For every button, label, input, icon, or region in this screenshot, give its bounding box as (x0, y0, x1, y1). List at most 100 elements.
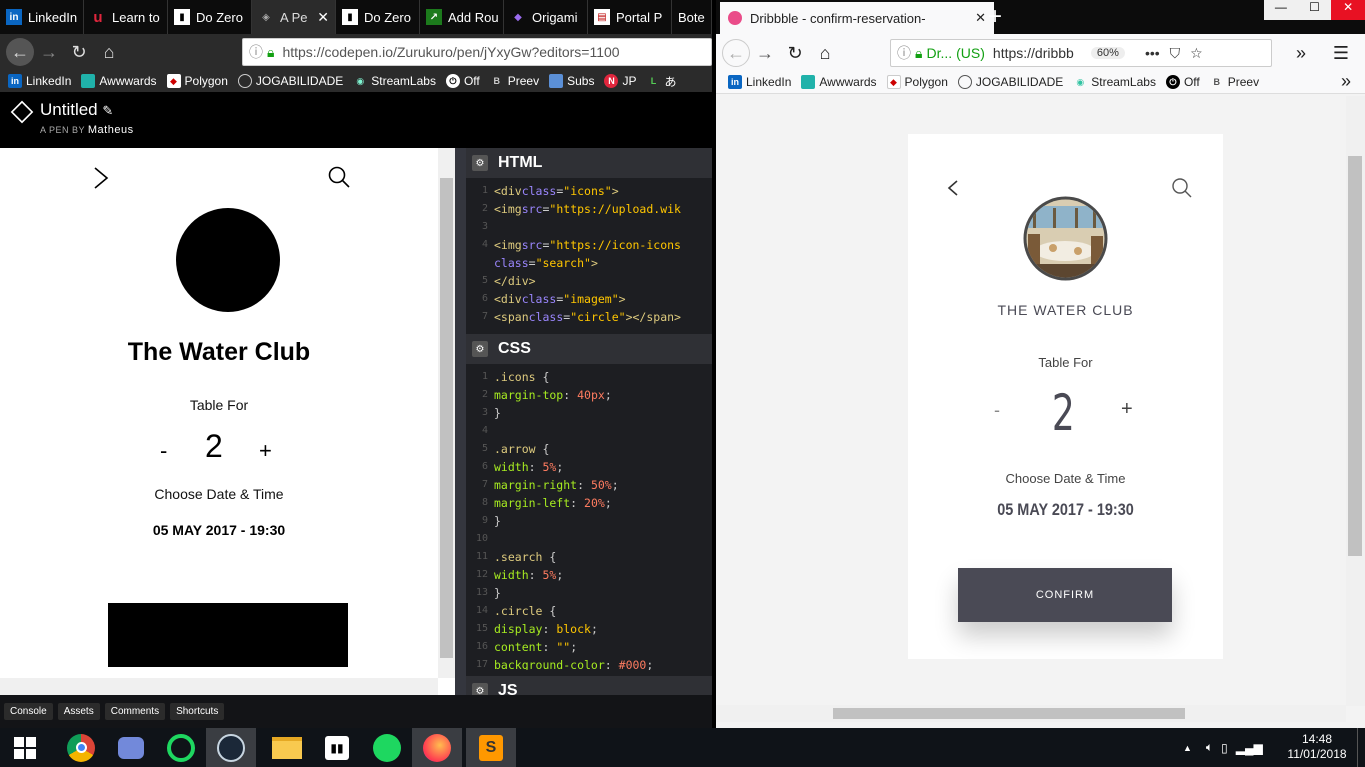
tab-linkedin[interactable]: in LinkedIn (0, 0, 84, 34)
windows-start-icon[interactable] (0, 728, 50, 767)
volume-icon[interactable]: 🔈︎ (1206, 740, 1213, 755)
home-icon[interactable]: ⌂ (94, 37, 124, 67)
shortcuts-button[interactable]: Shortcuts (170, 703, 225, 720)
bookmark-linkedin[interactable]: in LinkedIn (728, 75, 791, 89)
pen-title[interactable]: Untitled ✎ (40, 100, 113, 120)
author-link[interactable]: Matheus (88, 124, 134, 136)
spotify-icon[interactable] (362, 728, 412, 767)
arrow-right-icon[interactable] (90, 166, 112, 190)
tray-chevron-icon[interactable]: ▲ (1183, 743, 1192, 753)
back-icon[interactable]: ← (722, 39, 750, 67)
reload-icon[interactable]: ↻ (780, 38, 810, 68)
bitcoin-icon: B (1213, 77, 1221, 87)
h-scrollbar-thumb[interactable] (833, 708, 1185, 719)
close-tab-icon[interactable]: ✕ (317, 9, 329, 26)
pocket-icon[interactable]: ⛉ (1170, 45, 1181, 62)
maximize-icon[interactable]: ☐ (1298, 0, 1332, 20)
right-h-scrollbar[interactable] (716, 705, 1346, 722)
home-icon[interactable]: ⌂ (810, 38, 840, 68)
reload-icon[interactable]: ↻ (64, 37, 94, 67)
bookmark-streamlabs[interactable]: ◉ StreamLabs (353, 74, 436, 88)
bookmarks-overflow-icon[interactable]: » (1341, 71, 1351, 92)
decrement-button[interactable]: - (994, 400, 1000, 421)
tab-dozero-1[interactable]: ▮ Do Zero (168, 0, 252, 34)
edit-pencil-icon[interactable]: ✎ (102, 103, 113, 118)
steam-icon[interactable] (206, 728, 256, 767)
chrome-icon[interactable] (56, 728, 106, 767)
network-icon[interactable]: ▂▄▆ (1236, 741, 1263, 755)
new-tab-icon[interactable]: + (988, 3, 1002, 31)
forward-icon[interactable]: → (750, 38, 780, 68)
scrollbar-thumb[interactable] (440, 178, 453, 658)
preview-v-scrollbar[interactable] (438, 148, 455, 678)
bookmark-awwwards[interactable]: Awwwards (801, 75, 877, 89)
confirm-block[interactable] (108, 603, 348, 667)
increment-button[interactable]: + (1121, 398, 1133, 421)
star-icon[interactable]: ☆ (1190, 45, 1203, 62)
tab-dozero-2[interactable]: ▮ Do Zero (336, 0, 420, 34)
clock[interactable]: 14:48 11/01/2018 (1282, 732, 1352, 762)
bookmark-jp[interactable]: N JP (604, 74, 636, 88)
tab-portal[interactable]: ▤ Portal P (588, 0, 672, 34)
html-code[interactable]: 1 <div class = "icons" > 2 <img src = "https:/… (466, 178, 712, 330)
overflow-icon[interactable]: » (1286, 38, 1316, 68)
close-window-icon[interactable]: ✕ (1331, 0, 1365, 20)
bookmark-off[interactable]: ⏻ Off (445, 74, 480, 88)
bookmark-jogabilidade[interactable]: JOGABILIDADE (237, 74, 343, 88)
forward-icon[interactable]: → (34, 37, 64, 67)
console-button[interactable]: Console (4, 703, 53, 720)
tab-dribbble[interactable]: Dribbble - confirm-reservation- ✕ (720, 2, 994, 34)
twitch-icon[interactable]: ▮▮ (312, 728, 362, 767)
bookmark-subs[interactable]: Subs (549, 74, 594, 88)
bookmark-preev[interactable]: B Preev (490, 74, 540, 88)
tab-learn[interactable]: u Learn to (84, 0, 168, 34)
confirm-button[interactable]: CONFIRM (958, 568, 1172, 622)
html-editor-header[interactable]: ⚙ HTML (466, 148, 712, 178)
tab-codepen-active[interactable]: ◈ A Pe ✕ (252, 0, 336, 34)
right-url-bar[interactable]: ⓘ 🔒︎ Dr... (US) https://dribbb 60% ••• ⛉… (890, 39, 1272, 67)
opera-icon[interactable] (156, 728, 206, 767)
left-url-bar[interactable]: ⓘ 🔒︎ https://codepen.io/Zurukuro/pen/jYx… (242, 38, 712, 66)
firefox-icon[interactable] (412, 728, 462, 767)
resize-handle[interactable] (455, 148, 466, 695)
minimize-icon[interactable]: — (1264, 0, 1298, 20)
menu-icon[interactable]: ☰ (1326, 38, 1356, 68)
discord-icon[interactable] (106, 728, 156, 767)
tab-add-route[interactable]: ↗ Add Rou (420, 0, 504, 34)
search-icon[interactable] (1170, 176, 1194, 200)
bookmark-off[interactable]: ⏻ Off (1165, 75, 1200, 89)
search-icon[interactable] (327, 165, 351, 189)
show-desktop-button[interactable] (1357, 728, 1365, 767)
right-v-scrollbar[interactable] (1346, 96, 1365, 706)
back-icon[interactable]: ← (6, 38, 34, 66)
bookmark-hiragana[interactable]: Lあ (646, 73, 677, 90)
file-explorer-icon[interactable] (262, 728, 312, 767)
bookmark-jogabilidade[interactable]: JOGABILIDADE (957, 75, 1063, 89)
bookmark-awwwards[interactable]: Awwwards (81, 74, 157, 88)
sublime-text-icon[interactable]: S (466, 728, 516, 767)
battery-icon[interactable]: ▯ (1221, 741, 1228, 755)
css-code[interactable]: 1 .icons { 2 margin-top: 40px; 3} 4 5 .arr… (466, 364, 712, 670)
info-icon[interactable]: ⓘ (897, 43, 911, 63)
comments-button[interactable]: Comments (104, 703, 166, 720)
css-editor-header[interactable]: ⚙ CSS (466, 334, 712, 364)
bookmark-polygon[interactable]: ◆ Polygon (166, 74, 228, 88)
info-icon[interactable]: ⓘ (249, 42, 263, 62)
bookmark-preev[interactable]: B Preev (1210, 75, 1260, 89)
bookmark-polygon[interactable]: ◆ Polygon (886, 75, 948, 89)
bookmark-linkedin[interactable]: in LinkedIn (8, 74, 71, 88)
gear-icon[interactable]: ⚙ (472, 155, 488, 171)
scrollbar-thumb[interactable] (1348, 156, 1362, 556)
tab-bote[interactable]: Bote (672, 0, 712, 34)
arrow-left-icon[interactable] (946, 178, 960, 198)
decrement-button[interactable]: - (160, 438, 167, 464)
tab-origami[interactable]: ◆ Origami (504, 0, 588, 34)
more-icon[interactable]: ••• (1145, 45, 1160, 61)
close-tab-icon[interactable]: ✕ (975, 10, 986, 26)
bookmark-streamlabs[interactable]: ◉ StreamLabs (1073, 75, 1156, 89)
preview-h-scrollbar[interactable] (0, 678, 438, 695)
zoom-indicator[interactable]: 60% (1090, 47, 1125, 59)
gear-icon[interactable]: ⚙ (472, 341, 488, 357)
increment-button[interactable]: + (259, 438, 272, 464)
assets-button[interactable]: Assets (57, 703, 100, 720)
